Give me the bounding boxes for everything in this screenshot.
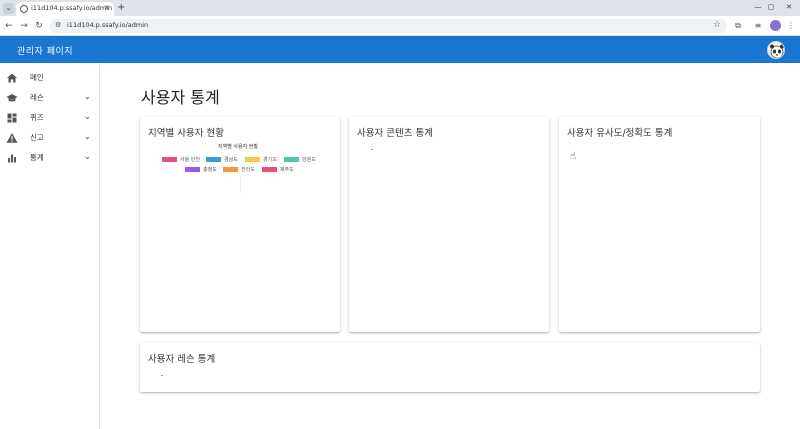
chevron-down-icon: ⌄ bbox=[84, 92, 91, 101]
empty-chart-placeholder bbox=[161, 375, 163, 376]
sidebar-item-quiz[interactable]: 퀴즈 ⌄ bbox=[0, 109, 100, 129]
chevron-down-icon: ⌄ bbox=[84, 132, 91, 141]
browser-tab-strip: ⌄ i11d104.p.ssafy.io/admin ✕ + — ▢ ✕ bbox=[0, 0, 800, 16]
lesson-stats-card: 사용자 레슨 통계 bbox=[140, 343, 760, 392]
bookmark-star-icon[interactable]: ☆ bbox=[713, 20, 721, 30]
app-bar: 관리자 페이지 bbox=[0, 36, 800, 63]
address-bar[interactable]: ⚙ i11d104.p.ssafy.io/admin ☆ bbox=[49, 19, 727, 33]
chart-axis-line bbox=[240, 175, 241, 193]
region-stats-card: 지역별 사용자 현황 지역별 사용자 현황 서울 인천 경상도 경기도 강원도 … bbox=[140, 117, 340, 332]
chart-title: 지역별 사용자 현황 bbox=[218, 144, 258, 150]
chevron-down-icon: ⌄ bbox=[84, 152, 91, 161]
minimize-icon[interactable]: — bbox=[751, 3, 765, 11]
forward-icon[interactable]: → bbox=[18, 20, 30, 32]
school-icon bbox=[6, 94, 18, 102]
warning-icon bbox=[6, 133, 18, 143]
legend-swatch bbox=[262, 167, 277, 172]
legend-label: 제주도 bbox=[280, 167, 294, 173]
chevron-down-icon: ⌄ bbox=[84, 112, 91, 121]
card-title: 사용자 콘텐츠 통계 bbox=[357, 128, 433, 139]
maximize-icon[interactable]: ▢ bbox=[764, 3, 778, 11]
site-info-icon[interactable]: ⚙ bbox=[55, 21, 61, 29]
extensions-icon[interactable]: ⧉ bbox=[732, 21, 744, 31]
legend-swatch bbox=[185, 167, 200, 172]
card-title: 사용자 레슨 통계 bbox=[148, 354, 216, 365]
admin-avatar-icon[interactable] bbox=[767, 41, 785, 59]
bar-chart-icon bbox=[8, 154, 16, 163]
close-icon[interactable]: ✕ bbox=[104, 4, 110, 12]
reload-icon[interactable]: ↻ bbox=[33, 20, 45, 32]
tab-title: i11d104.p.ssafy.io/admin bbox=[31, 4, 113, 12]
menu-icon[interactable]: ⋮ bbox=[785, 21, 797, 30]
sidebar-item-label: 퀴즈 bbox=[30, 113, 44, 122]
legend-swatch bbox=[206, 157, 221, 162]
legend-swatch bbox=[284, 157, 299, 162]
tab-list-icon[interactable]: ⌄ bbox=[3, 3, 14, 14]
favicon-icon bbox=[20, 5, 28, 13]
window-close-icon[interactable]: ✕ bbox=[782, 3, 796, 11]
sidebar-item-label: 신고 bbox=[30, 133, 44, 142]
sidebar-item-label: 통계 bbox=[30, 153, 44, 162]
legend-label: 강원도 bbox=[302, 157, 316, 163]
dashboard-icon bbox=[7, 113, 17, 123]
media-icon[interactable]: ≡ bbox=[752, 21, 764, 30]
sidebar-item-label: 메인 bbox=[30, 73, 44, 82]
legend-swatch bbox=[162, 157, 177, 162]
legend-label: 전라도 bbox=[241, 167, 255, 173]
empty-chart-placeholder bbox=[371, 149, 373, 150]
new-tab-button[interactable]: + bbox=[117, 2, 125, 14]
sidebar-item-main[interactable]: 메인 bbox=[0, 69, 100, 89]
sidebar-item-label: 레슨 bbox=[30, 93, 44, 102]
back-icon[interactable]: ← bbox=[3, 20, 15, 32]
accuracy-stats-card: 사용자 유사도/정확도 통계 bbox=[559, 117, 760, 332]
url-text[interactable]: i11d104.p.ssafy.io/admin bbox=[67, 21, 148, 29]
card-title: 사용자 유사도/정확도 통계 bbox=[567, 128, 673, 139]
sidebar: 메인 레슨 ⌄ 퀴즈 ⌄ 신고 ⌄ 통계 ⌄ bbox=[0, 63, 100, 429]
page-title: 사용자 통계 bbox=[141, 88, 220, 107]
mouse-cursor-icon: ☝ bbox=[570, 151, 577, 162]
profile-icon[interactable] bbox=[770, 20, 781, 31]
sidebar-item-statistics[interactable]: 통계 ⌄ bbox=[0, 149, 100, 169]
legend-label: 경기도 bbox=[263, 157, 277, 163]
sidebar-item-lesson[interactable]: 레슨 ⌄ bbox=[0, 89, 100, 109]
content-stats-card: 사용자 콘텐츠 통계 bbox=[349, 117, 549, 332]
browser-toolbar: ← → ↻ ⚙ i11d104.p.ssafy.io/admin ☆ ⧉ ≡ ⋮ bbox=[0, 16, 800, 36]
app-title: 관리자 페이지 bbox=[17, 47, 74, 57]
card-title: 지역별 사용자 현황 bbox=[148, 128, 224, 139]
sidebar-item-report[interactable]: 신고 ⌄ bbox=[0, 129, 100, 149]
legend-label: 충청도 bbox=[203, 167, 217, 173]
browser-tab[interactable]: i11d104.p.ssafy.io/admin ✕ bbox=[16, 2, 114, 16]
legend-label: 경상도 bbox=[224, 157, 238, 163]
legend-swatch bbox=[223, 167, 238, 172]
legend-label: 서울 인천 bbox=[180, 157, 200, 163]
legend-swatch bbox=[245, 157, 260, 162]
home-icon bbox=[7, 73, 17, 83]
